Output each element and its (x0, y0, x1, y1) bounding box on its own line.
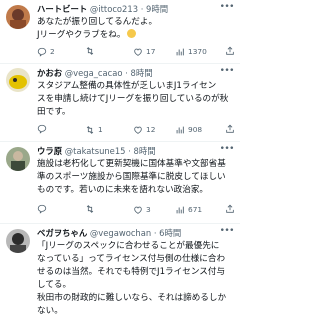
views-count: 908 (188, 125, 203, 134)
more-icon[interactable]: ••• (220, 226, 235, 236)
reply-button[interactable]: 2 (37, 46, 55, 58)
retweet-count: 1 (98, 125, 103, 134)
reply-icon (37, 204, 47, 214)
handle[interactable]: @vegawochan (90, 228, 151, 238)
tweet-text: あなたが振り回してるんだよ。 Jリーグやクラブをね。 (37, 17, 158, 40)
more-icon[interactable]: ••• (220, 2, 235, 12)
more-icon[interactable]: ••• (220, 66, 235, 76)
share-icon (226, 204, 234, 213)
retweet-icon (86, 126, 94, 134)
views-chart-icon (176, 48, 184, 56)
handle[interactable]: @ittoco213 (90, 4, 138, 14)
timestamp[interactable]: · 9時間 (141, 4, 168, 14)
share-icon (226, 124, 234, 133)
avatar[interactable] (6, 5, 30, 29)
like-button[interactable]: 17 (133, 46, 155, 58)
handle[interactable]: @takatsune15 (65, 146, 126, 156)
tweet-4[interactable]: ベガヲちゃん @vegawochan · 6時間 ••• 「Jリーグのスペックに… (0, 224, 240, 335)
tweet-2[interactable]: かおお @vega_cacao · 8時間 ••• スタジアム整備の具体性が乏し… (0, 64, 240, 142)
reply-icon (37, 47, 47, 57)
tweet-actions: 3 671 (37, 204, 237, 216)
tweet-header: ウラ原 @takatsune15 · 8時間 (37, 145, 237, 157)
share-button[interactable] (225, 204, 238, 214)
avatar[interactable] (6, 68, 30, 92)
tweet-text: 「Jリーグのスペックに合わせることが最優先に なっている」ってライセンス付与側の… (37, 241, 227, 316)
views-button[interactable]: 1370 (175, 46, 207, 58)
views-button[interactable]: 671 (175, 204, 202, 216)
timestamp[interactable]: · 6時間 (154, 228, 181, 238)
retweet-icon (86, 205, 94, 213)
views-chart-icon (176, 206, 184, 214)
handle[interactable]: @vega_cacao (65, 68, 123, 78)
like-count: 17 (146, 47, 156, 56)
reply-icon (37, 124, 47, 134)
timestamp[interactable]: · 8時間 (128, 146, 155, 156)
tweet-text: 施設は老朽化して更新契機に国体基準や文部省基 準のスポーツ施設から国際基準に脱皮… (37, 159, 226, 195)
like-button[interactable]: 12 (133, 124, 155, 136)
like-count: 3 (146, 205, 151, 214)
timestamp[interactable]: · 8時間 (125, 68, 152, 78)
retweet-button[interactable] (85, 204, 98, 214)
display-name[interactable]: かおお (37, 68, 62, 78)
tweet-1[interactable]: ハートビート @ittoco213 · 9時間 ••• あなたが振り回してるんだ… (0, 0, 240, 64)
views-chart-icon (176, 126, 184, 134)
reply-count: 2 (50, 47, 55, 56)
share-button[interactable] (225, 124, 238, 134)
heart-icon (134, 48, 142, 56)
views-button[interactable]: 908 (175, 124, 202, 136)
like-count: 12 (146, 125, 156, 134)
views-count: 671 (188, 205, 203, 214)
reply-button[interactable] (37, 204, 50, 214)
reply-button[interactable] (37, 124, 50, 134)
avatar[interactable] (6, 147, 30, 171)
avatar[interactable] (6, 229, 30, 253)
tweet-header: ベガヲちゃん @vegawochan · 6時間 (37, 227, 237, 239)
retweet-button[interactable]: 1 (85, 124, 103, 136)
tweet-text: スタジアム整備の具体性が乏しいまJ1ライセン スを申請し続けてJリーグを振り回し… (37, 81, 229, 117)
tweet-header: かおお @vega_cacao · 8時間 (37, 67, 237, 79)
tweet-header: ハートビート @ittoco213 · 9時間 (37, 3, 237, 15)
display-name[interactable]: ベガヲちゃん (37, 228, 87, 238)
display-name[interactable]: ハートビート (37, 4, 87, 14)
retweet-button[interactable] (85, 46, 98, 56)
heart-icon (134, 126, 142, 134)
views-count: 1370 (188, 47, 207, 56)
heart-icon (134, 206, 142, 214)
share-icon (226, 46, 234, 55)
tweet-3[interactable]: ウラ原 @takatsune15 · 8時間 ••• 施設は老朽化して更新契機に… (0, 142, 240, 224)
like-button[interactable]: 3 (133, 204, 151, 216)
smiling-face-icon (127, 29, 137, 38)
share-button[interactable] (225, 46, 238, 56)
tweet-actions: 2 17 1370 (37, 46, 237, 58)
retweet-icon (86, 47, 94, 55)
display-name[interactable]: ウラ原 (37, 146, 62, 156)
tweet-actions: 1 12 908 (37, 124, 237, 136)
more-icon[interactable]: ••• (220, 144, 235, 154)
